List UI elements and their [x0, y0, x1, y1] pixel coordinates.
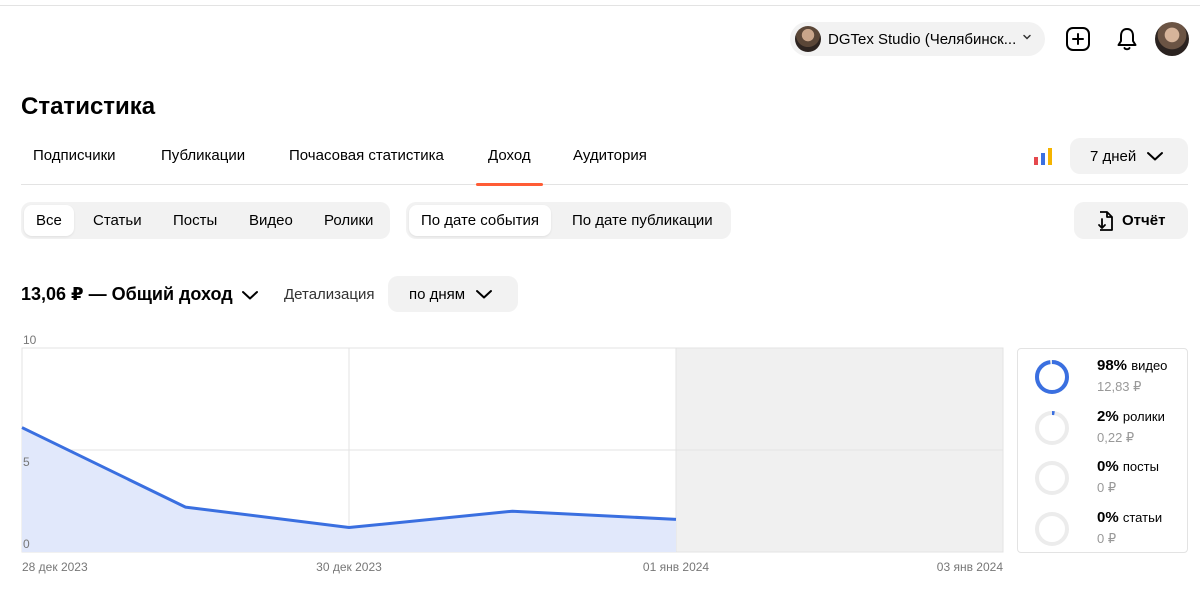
tab-audience[interactable]: Аудитория: [573, 137, 647, 185]
detail-dropdown[interactable]: по дням: [388, 276, 518, 312]
filter-video[interactable]: Видео: [237, 205, 305, 236]
share-ring: [1035, 411, 1069, 445]
ring-track: [1035, 411, 1069, 445]
filter-shorts[interactable]: Ролики: [312, 205, 385, 236]
period-dropdown[interactable]: 7 дней: [1070, 138, 1188, 174]
report-button[interactable]: Отчёт: [1074, 202, 1188, 239]
share-ring: [1035, 461, 1069, 495]
user-avatar[interactable]: [1155, 22, 1189, 56]
ring-fill: [1035, 360, 1069, 394]
account-avatar: [795, 26, 821, 52]
account-name: DGTex Studio (Челябинск...: [828, 30, 1017, 48]
tab-income[interactable]: Доход: [476, 137, 543, 186]
period-label: 7 дней: [1090, 147, 1137, 165]
top-divider: [0, 5, 1200, 6]
y-tick-label: 10: [23, 333, 37, 347]
content-type-filter: Все Статьи Посты Видео Ролики: [21, 202, 390, 239]
notifications-button[interactable]: [1112, 24, 1142, 54]
legend-value: 0,22 ₽: [1097, 430, 1135, 445]
tab-hourly-stats[interactable]: Почасовая статистика: [289, 137, 444, 185]
legend-name: посты: [1122, 459, 1159, 474]
detail-value: по дням: [409, 285, 466, 303]
filter-by-publication-date[interactable]: По дате публикации: [560, 205, 725, 236]
legend-percent: 0%: [1097, 509, 1119, 526]
chevron-down-icon: [1147, 152, 1164, 161]
account-switcher[interactable]: DGTex Studio (Челябинск...: [790, 22, 1045, 56]
ring-track: [1035, 512, 1069, 546]
legend-item-articles: 0% статьи 0 ₽: [1034, 509, 1184, 553]
x-tick-label: 03 янв 2024: [937, 560, 1004, 574]
y-tick-label: 0: [23, 537, 30, 551]
page-title: Статистика: [21, 93, 156, 120]
total-income-label: 13,06 ₽ — Общий доход: [21, 284, 233, 304]
date-mode-filter: По дате события По дате публикации: [406, 202, 731, 239]
total-income-dropdown[interactable]: 13,06 ₽ — Общий доход: [21, 284, 259, 305]
tab-subscribers[interactable]: Подписчики: [33, 137, 116, 185]
detail-label: Детализация: [284, 286, 375, 303]
income-breakdown-legend: 98% видео 12,83 ₽ 2% ролики 0,22 ₽ 0% по…: [1017, 348, 1188, 553]
legend-value: 0 ₽: [1097, 531, 1117, 546]
bar-chart-icon[interactable]: [1033, 147, 1053, 165]
legend-name: ролики: [1122, 409, 1165, 424]
chevron-down-icon: [241, 290, 258, 299]
stats-tabs: Подписчики Публикации Почасовая статисти…: [21, 137, 1188, 186]
x-tick-label: 01 янв 2024: [643, 560, 710, 574]
x-tick-label: 30 дек 2023: [316, 560, 382, 574]
filter-posts[interactable]: Посты: [161, 205, 229, 236]
share-ring: [1035, 360, 1069, 394]
x-tick-label: 28 дек 2023: [22, 560, 88, 574]
legend-percent: 2%: [1097, 408, 1119, 425]
filter-all[interactable]: Все: [24, 205, 74, 236]
file-download-icon: [1098, 210, 1113, 231]
income-chart: 10 5 0 28 дек 2023 30 дек 2023 01 янв 2024 03 …: [21, 333, 1004, 574]
chevron-down-icon: [1023, 34, 1031, 40]
legend-percent: 98%: [1097, 357, 1128, 374]
report-label: Отчёт: [1122, 212, 1166, 229]
create-button[interactable]: [1063, 24, 1093, 54]
y-tick-label: 5: [23, 455, 30, 469]
legend-item-posts: 0% посты 0 ₽: [1034, 458, 1184, 502]
legend-item-video: 98% видео 12,83 ₽: [1034, 357, 1184, 401]
legend-name: видео: [1131, 358, 1168, 373]
filter-articles[interactable]: Статьи: [81, 205, 154, 236]
bell-icon: [1117, 28, 1137, 51]
filter-by-event-date[interactable]: По дате события: [409, 205, 552, 236]
legend-value: 12,83 ₽: [1097, 379, 1142, 394]
legend-item-shorts: 2% ролики 0,22 ₽: [1034, 408, 1184, 452]
legend-value: 0 ₽: [1097, 480, 1117, 495]
share-ring: [1035, 512, 1069, 546]
ring-track: [1035, 461, 1069, 495]
plus-square-icon: [1066, 27, 1090, 51]
legend-name: статьи: [1122, 510, 1163, 525]
chevron-down-icon: [476, 290, 493, 299]
legend-percent: 0%: [1097, 458, 1119, 475]
tab-publications[interactable]: Публикации: [161, 137, 245, 185]
